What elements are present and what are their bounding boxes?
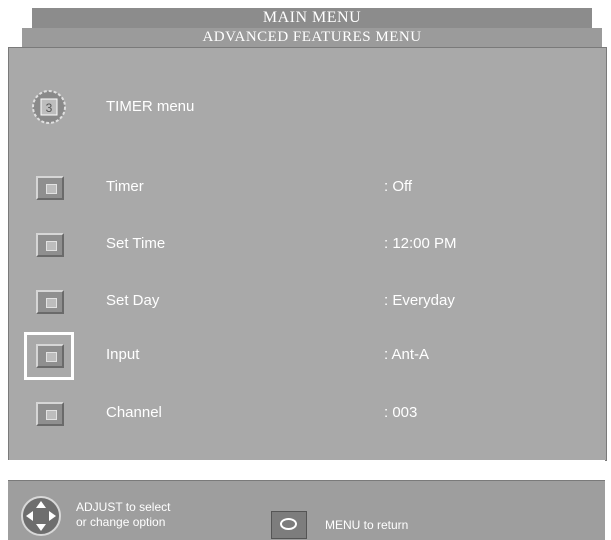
set-time-value[interactable]: : 12:00 PM	[384, 235, 457, 252]
advanced-features-title: ADVANCED FEATURES MENU	[202, 29, 422, 45]
separator	[8, 460, 605, 480]
menu-button-icon	[271, 511, 307, 539]
set-day-label[interactable]: Set Day	[106, 292, 159, 309]
set-day-row-icon	[36, 290, 64, 314]
menu-hint: MENU to return	[325, 518, 409, 532]
channel-value[interactable]: : 003	[384, 404, 417, 421]
timer-value[interactable]: : Off	[384, 178, 412, 195]
main-menu-title: MAIN MENU	[262, 9, 362, 26]
adjust-hint-line2: or change option	[76, 515, 166, 529]
dpad-icon	[21, 496, 61, 536]
adjust-hint-line1: ADJUST to select	[76, 500, 171, 514]
svg-text:3: 3	[46, 101, 53, 115]
timer-label[interactable]: Timer	[106, 178, 144, 195]
input-value[interactable]: : Ant-A	[384, 346, 429, 363]
timer-row-icon	[36, 176, 64, 200]
timer-menu-panel	[8, 47, 607, 461]
channel-row-icon	[36, 402, 64, 426]
set-day-value[interactable]: : Everyday	[384, 292, 455, 309]
input-row-icon	[36, 344, 64, 368]
menu-title: TIMER menu	[106, 98, 195, 115]
input-label[interactable]: Input	[106, 346, 139, 363]
adjust-hint: ADJUST to select or change option	[76, 500, 226, 530]
set-time-label[interactable]: Set Time	[106, 235, 165, 252]
channel-label[interactable]: Channel	[106, 404, 162, 421]
set-time-row-icon	[36, 233, 64, 257]
timer-clock-icon: 3	[32, 90, 66, 124]
